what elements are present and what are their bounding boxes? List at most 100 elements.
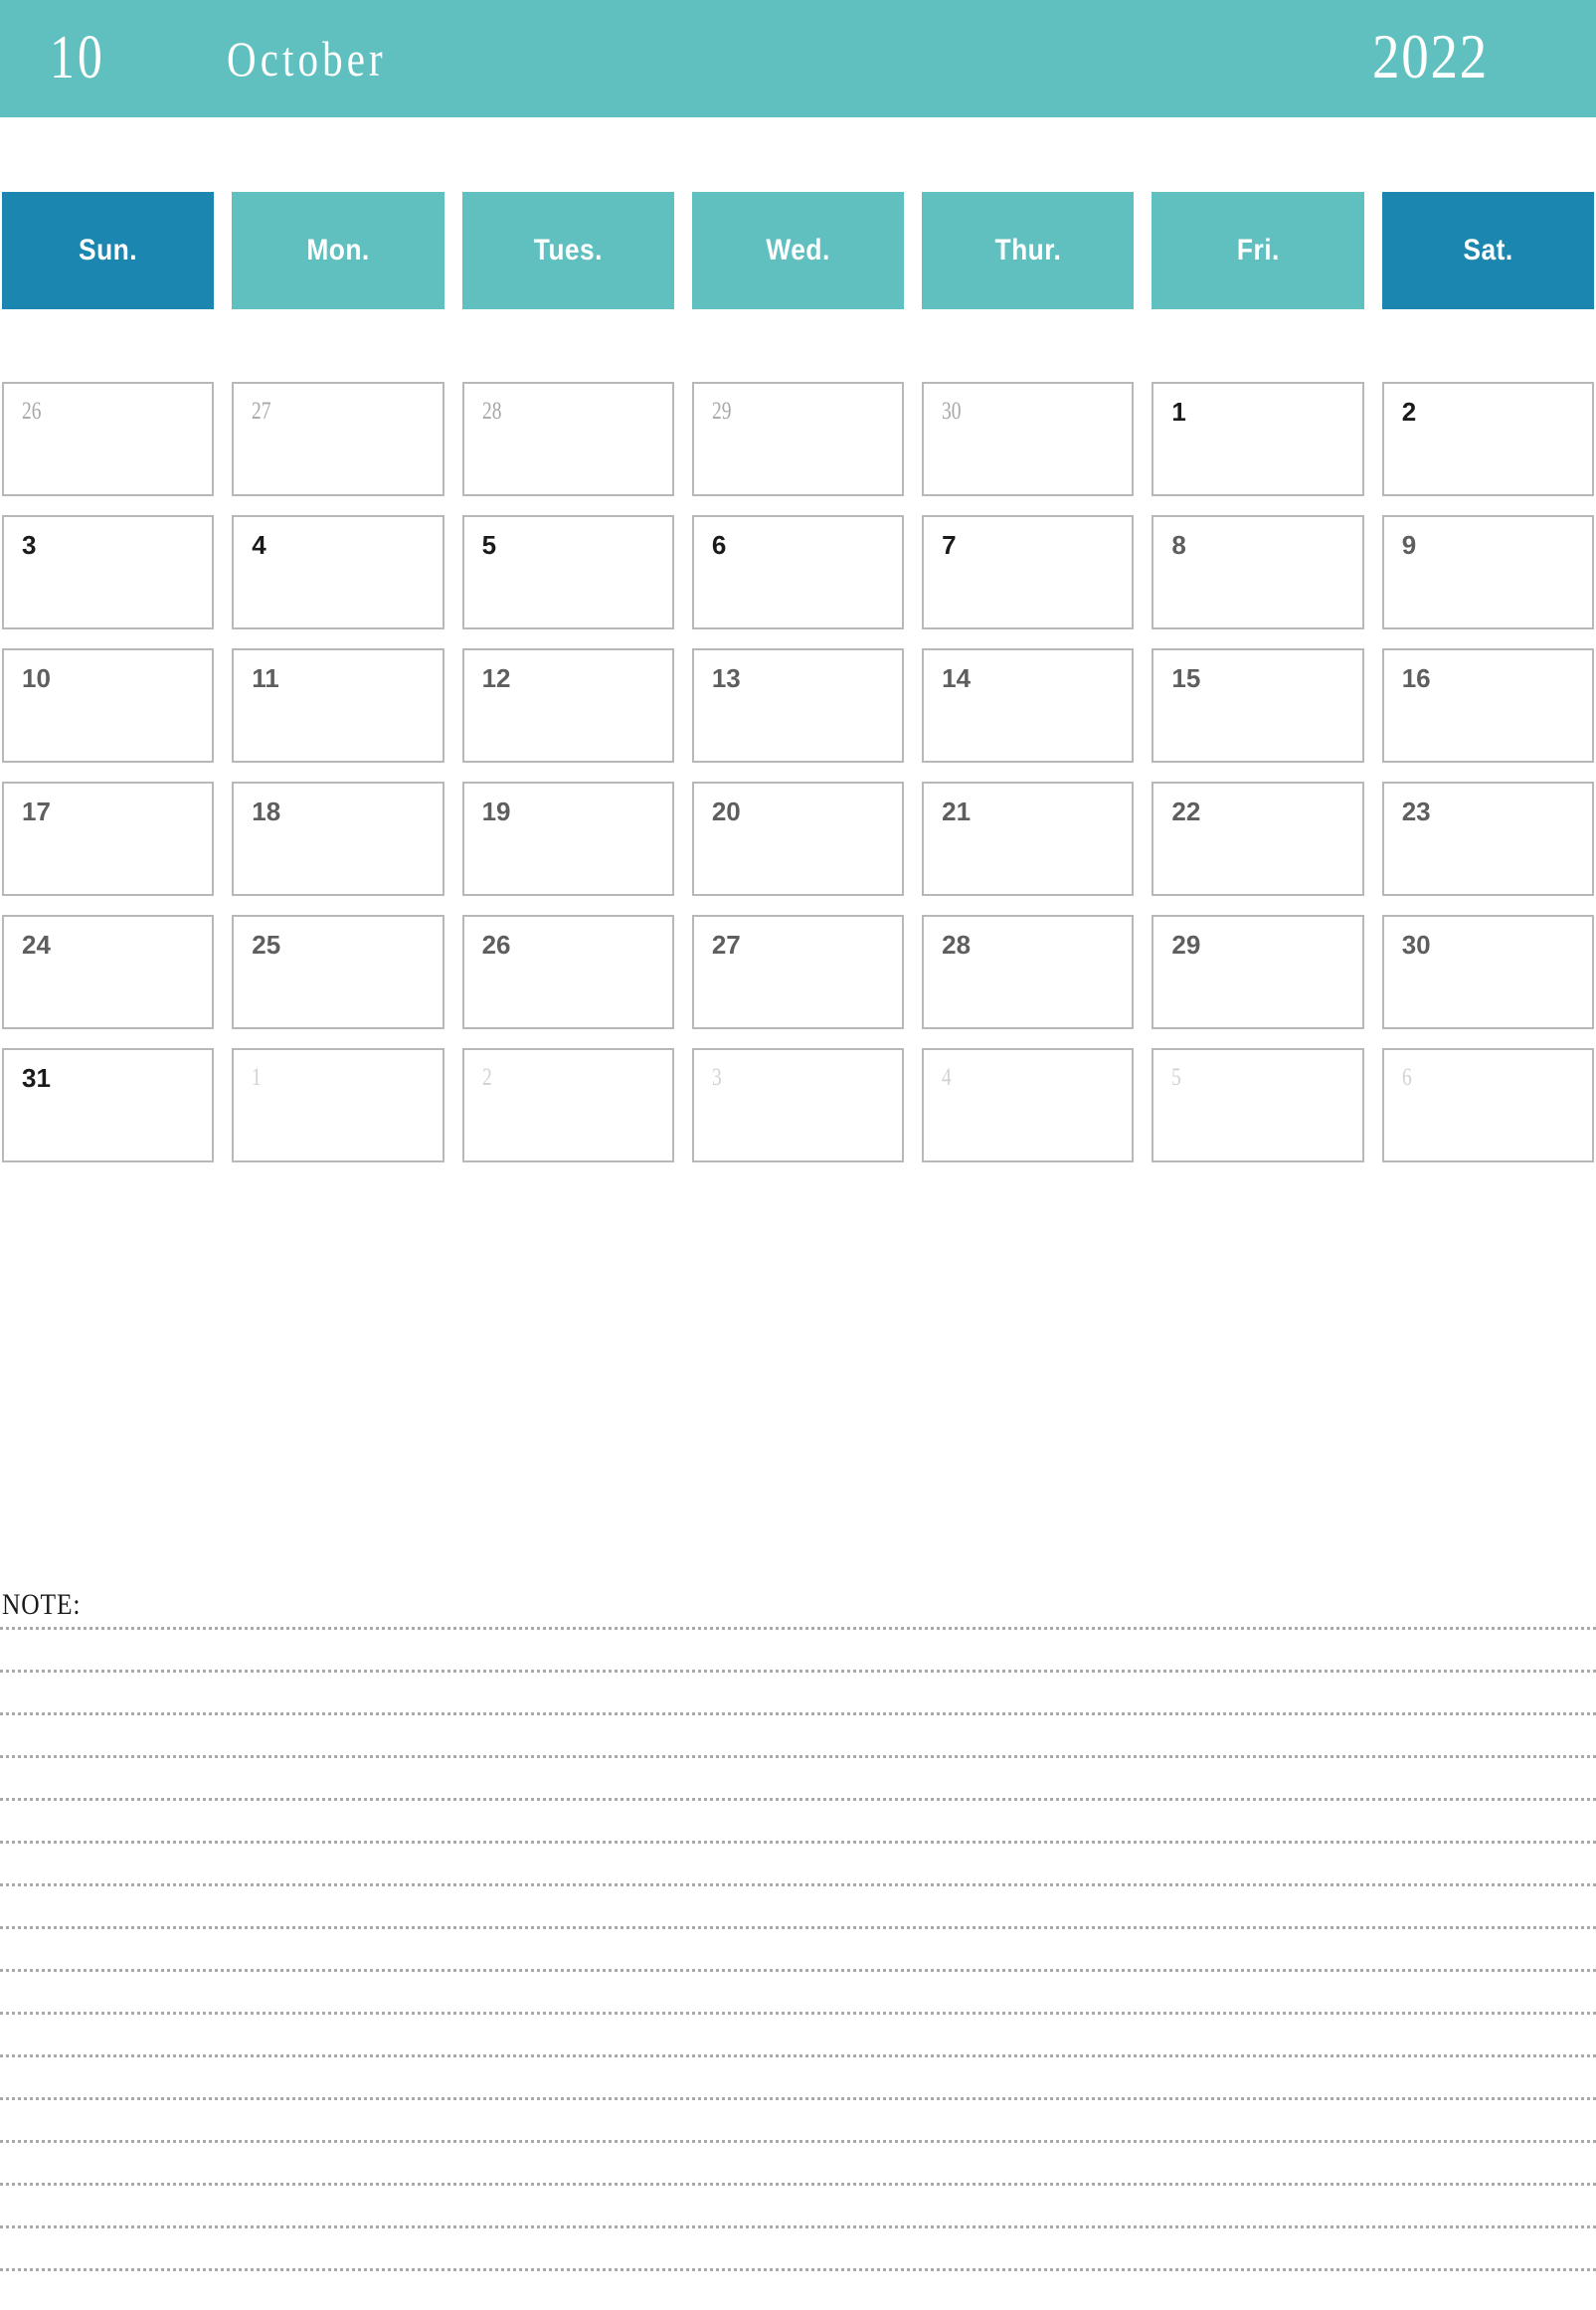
- date-cell[interactable]: 2: [1381, 382, 1594, 496]
- weekday-header-cell-5: Fri.: [1152, 192, 1364, 309]
- date-cell[interactable]: 22: [1152, 782, 1364, 896]
- date-number: 31: [22, 1063, 51, 1093]
- weekday-header-cell-3: Wed.: [691, 192, 905, 309]
- date-cell[interactable]: 8: [1152, 515, 1364, 629]
- note-line[interactable]: [0, 2183, 1596, 2186]
- note-line[interactable]: [0, 1926, 1596, 1929]
- note-line[interactable]: [0, 2225, 1596, 2228]
- note-line[interactable]: [0, 1841, 1596, 1844]
- date-number: 3: [711, 1064, 722, 1091]
- date-cell[interactable]: 29: [691, 382, 905, 496]
- date-number: 1: [1171, 397, 1186, 427]
- date-cell[interactable]: 6: [691, 515, 905, 629]
- weekday-label: Sun.: [79, 234, 138, 267]
- date-cell[interactable]: 28: [461, 382, 674, 496]
- date-number: 29: [711, 398, 732, 425]
- date-number: 4: [252, 530, 266, 560]
- calendar-date-grid: 26 27 28 29 30 1 2 3 4 5 6 7 8 9 10 11 12 13 14 15 16 17 18 19 2…: [0, 382, 1596, 1162]
- date-cell[interactable]: 1: [1152, 382, 1364, 496]
- note-line[interactable]: [0, 2012, 1596, 2015]
- date-number: 20: [711, 797, 741, 826]
- date-cell[interactable]: 19: [461, 782, 674, 896]
- date-number: 5: [1171, 1064, 1182, 1091]
- note-line[interactable]: [0, 1712, 1596, 1715]
- note-line[interactable]: [0, 1798, 1596, 1801]
- note-line[interactable]: [0, 1627, 1596, 1630]
- date-number: 30: [1401, 930, 1431, 960]
- weekday-header-cell-2: Tues.: [461, 192, 674, 309]
- date-cell[interactable]: 15: [1152, 648, 1364, 763]
- weekday-label: Sat.: [1463, 234, 1513, 267]
- date-number: 28: [942, 930, 972, 960]
- weekday-header-cell-0: Sun.: [2, 192, 215, 309]
- date-number: 18: [252, 797, 281, 826]
- date-cell[interactable]: 5: [461, 515, 674, 629]
- date-cell[interactable]: 27: [691, 915, 905, 1029]
- note-line[interactable]: [0, 2097, 1596, 2100]
- header-month-name: October: [227, 31, 387, 87]
- date-cell[interactable]: 31: [2, 1048, 215, 1162]
- weekday-label: Mon.: [306, 234, 370, 267]
- note-line[interactable]: [0, 2054, 1596, 2057]
- date-number: 29: [1171, 930, 1201, 960]
- date-cell[interactable]: 12: [461, 648, 674, 763]
- note-line[interactable]: [0, 1755, 1596, 1758]
- date-cell[interactable]: 28: [922, 915, 1135, 1029]
- date-number: 11: [252, 663, 279, 693]
- date-cell[interactable]: 23: [1381, 782, 1594, 896]
- date-cell[interactable]: 25: [232, 915, 444, 1029]
- date-cell[interactable]: 7: [922, 515, 1135, 629]
- note-line[interactable]: [0, 1883, 1596, 1886]
- note-line[interactable]: [0, 1969, 1596, 1972]
- date-number: 9: [1401, 530, 1417, 560]
- date-cell[interactable]: 14: [922, 648, 1135, 763]
- date-cell[interactable]: 26: [2, 382, 215, 496]
- date-cell[interactable]: 4: [922, 1048, 1135, 1162]
- note-line[interactable]: [0, 2268, 1596, 2271]
- note-line[interactable]: [0, 2140, 1596, 2143]
- date-number: 24: [22, 930, 51, 960]
- date-number: 5: [481, 530, 497, 560]
- date-cell[interactable]: 10: [2, 648, 215, 763]
- date-number: 6: [1401, 1064, 1412, 1091]
- date-number: 23: [1401, 797, 1431, 826]
- date-cell[interactable]: 24: [2, 915, 215, 1029]
- date-number: 27: [252, 398, 271, 425]
- header-month-number: 10: [50, 24, 105, 91]
- date-cell[interactable]: 18: [232, 782, 444, 896]
- date-cell[interactable]: 4: [232, 515, 444, 629]
- date-number: 2: [481, 1064, 492, 1091]
- date-cell[interactable]: 29: [1152, 915, 1364, 1029]
- date-cell[interactable]: 30: [1381, 915, 1594, 1029]
- note-line[interactable]: [0, 1670, 1596, 1673]
- date-cell[interactable]: 27: [232, 382, 444, 496]
- date-cell[interactable]: 17: [2, 782, 215, 896]
- date-number: 25: [252, 930, 281, 960]
- date-cell[interactable]: 5: [1152, 1048, 1364, 1162]
- date-cell[interactable]: 3: [691, 1048, 905, 1162]
- weekday-label: Wed.: [766, 234, 830, 267]
- weekday-header-cell-6: Sat.: [1381, 192, 1594, 309]
- date-cell[interactable]: 1: [232, 1048, 444, 1162]
- date-cell[interactable]: 2: [461, 1048, 674, 1162]
- calendar-page: 10 October 2022 Sun. Mon. Tues. Wed. Thur. Fr…: [0, 0, 1596, 2310]
- date-cell[interactable]: 13: [691, 648, 905, 763]
- date-number: 19: [481, 797, 511, 826]
- date-cell[interactable]: 6: [1381, 1048, 1594, 1162]
- date-cell[interactable]: 9: [1381, 515, 1594, 629]
- date-number: 1: [252, 1064, 263, 1091]
- note-label: NOTE:: [2, 1588, 82, 1621]
- date-number: 4: [942, 1064, 952, 1091]
- date-cell[interactable]: 11: [232, 648, 444, 763]
- date-number: 8: [1171, 530, 1186, 560]
- date-cell[interactable]: 3: [2, 515, 215, 629]
- date-number: 28: [481, 398, 502, 425]
- date-number: 16: [1401, 663, 1431, 693]
- date-cell[interactable]: 20: [691, 782, 905, 896]
- date-cell[interactable]: 26: [461, 915, 674, 1029]
- note-lines[interactable]: [0, 1627, 1596, 2310]
- date-cell[interactable]: 16: [1381, 648, 1594, 763]
- date-cell[interactable]: 30: [922, 382, 1135, 496]
- date-cell[interactable]: 21: [922, 782, 1135, 896]
- date-number: 22: [1171, 797, 1201, 826]
